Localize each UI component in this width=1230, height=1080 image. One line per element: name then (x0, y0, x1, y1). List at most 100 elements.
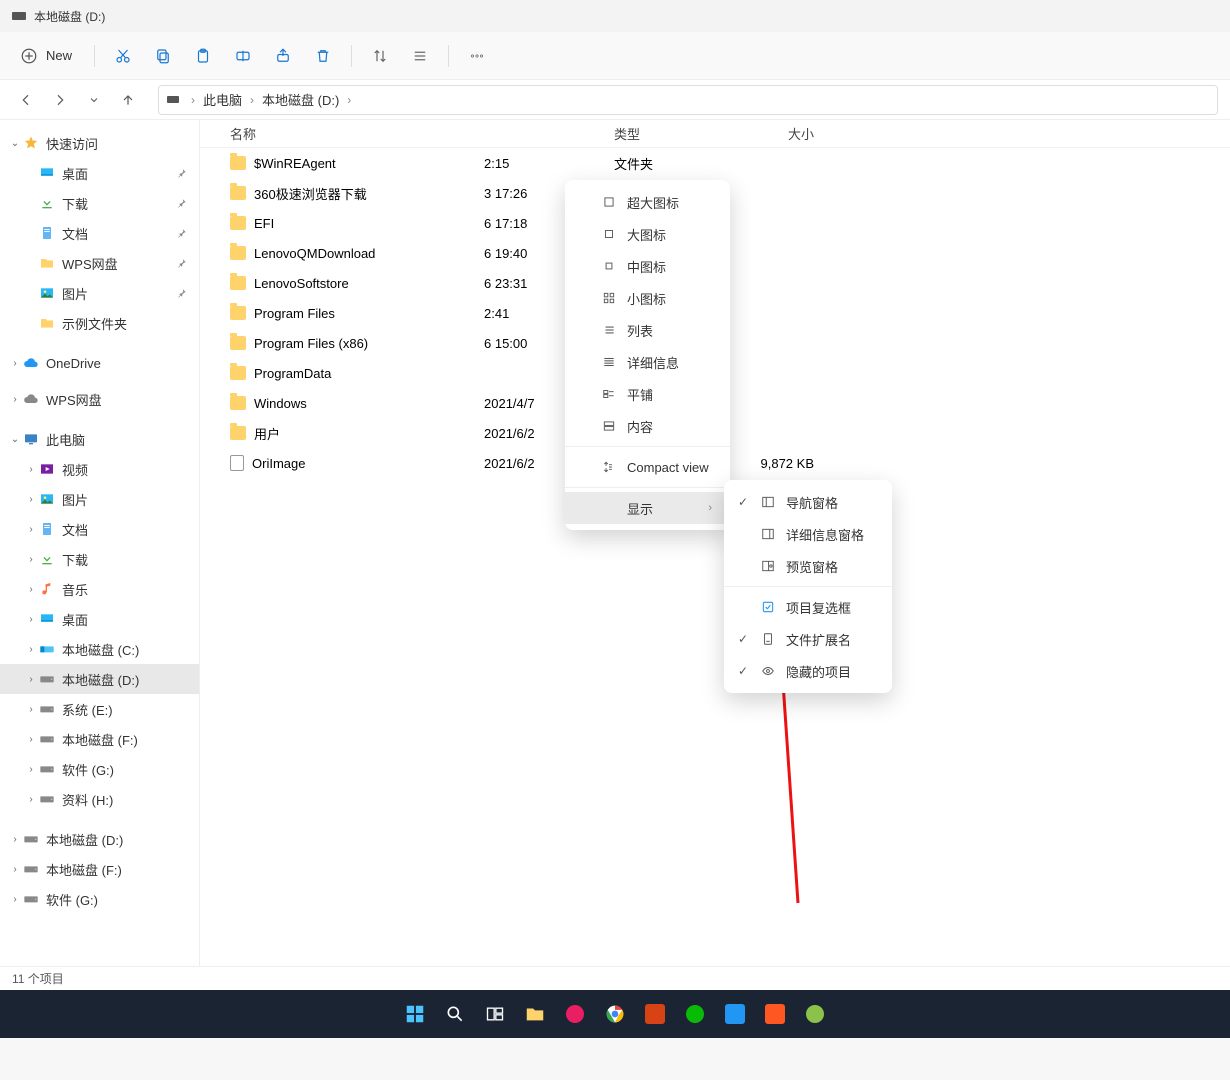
sidebar-item[interactable]: 下载 (0, 188, 199, 218)
sidebar-thispc[interactable]: ⌄ 此电脑 (0, 424, 199, 454)
menu-item-content[interactable]: 内容 (565, 410, 730, 442)
toolbar-separator (94, 45, 95, 67)
sidebar-item[interactable]: 示例文件夹 (0, 308, 199, 338)
col-name[interactable]: 名称 (224, 124, 484, 143)
sidebar-item[interactable]: ›本地磁盘 (D:) (0, 664, 199, 694)
menu-item-tiles[interactable]: 平铺 (565, 378, 730, 410)
window-title: 本地磁盘 (D:) (34, 8, 105, 25)
chevron-right-icon: › (24, 674, 38, 685)
chevron-right-icon: › (8, 394, 22, 405)
new-button[interactable]: New (14, 38, 84, 74)
col-size[interactable]: 大小 (724, 124, 814, 143)
sidebar-item[interactable]: ›文档 (0, 514, 199, 544)
app-icon[interactable] (718, 997, 752, 1031)
app-icon[interactable] (638, 997, 672, 1031)
monitor-icon (22, 430, 40, 448)
delete-button[interactable] (305, 38, 341, 74)
sidebar-label: 示例文件夹 (62, 314, 127, 333)
menu-item-nav[interactable]: ✓导航窗格 (724, 486, 892, 518)
share-button[interactable] (265, 38, 301, 74)
copy-button[interactable] (145, 38, 181, 74)
crumb-thispc[interactable]: 此电脑 (199, 88, 246, 111)
checkbox-icon (760, 599, 776, 615)
menu-item-lg[interactable]: 大图标 (565, 218, 730, 250)
sidebar-item[interactable]: ›视频 (0, 454, 199, 484)
col-type[interactable]: 类型 (614, 124, 724, 143)
start-button[interactable] (398, 997, 432, 1031)
sidebar-item[interactable]: ›下载 (0, 544, 199, 574)
cut-button[interactable] (105, 38, 141, 74)
view-button[interactable] (402, 38, 438, 74)
back-button[interactable] (12, 86, 40, 114)
folder-icon (230, 246, 246, 260)
file-name: EFI (254, 216, 274, 231)
sidebar-label: 快速访问 (46, 134, 98, 153)
more-button[interactable] (459, 38, 495, 74)
sidebar-item[interactable]: 图片 (0, 278, 199, 308)
sidebar-quick-access[interactable]: ⌄ 快速访问 (0, 128, 199, 158)
list-icon (601, 322, 617, 338)
menu-item-xl[interactable]: 超大图标 (565, 186, 730, 218)
menu-separator (724, 586, 892, 587)
menu-item-hidden[interactable]: ✓隐藏的项目 (724, 655, 892, 687)
menu-item-sm[interactable]: 小图标 (565, 282, 730, 314)
file-row[interactable]: $WinREAgent2:15文件夹 (200, 148, 1230, 178)
search-button[interactable] (438, 997, 472, 1031)
explorer-task-icon[interactable] (518, 997, 552, 1031)
sidebar-item[interactable]: ›本地磁盘 (F:) (0, 724, 199, 754)
menu-item-md[interactable]: 中图标 (565, 250, 730, 282)
breadcrumb[interactable]: › 此电脑 › 本地磁盘 (D:) › (158, 85, 1218, 115)
app-icon[interactable] (758, 997, 792, 1031)
menu-item-show[interactable]: 显示› (565, 492, 730, 524)
sidebar-item[interactable]: WPS网盘 (0, 248, 199, 278)
sidebar-item[interactable]: ›软件 (G:) (0, 754, 199, 784)
column-headers: 名称 类型 大小 (200, 120, 1230, 148)
wechat-icon[interactable] (678, 997, 712, 1031)
sort-button[interactable] (362, 38, 398, 74)
menu-item-preview[interactable]: 预览窗格 (724, 550, 892, 582)
file-name: $WinREAgent (254, 156, 336, 171)
menu-item-list[interactable]: 列表 (565, 314, 730, 346)
menu-item-details[interactable]: 详细信息 (565, 346, 730, 378)
sidebar-item[interactable]: ›资料 (H:) (0, 784, 199, 814)
folder-icon (230, 306, 246, 320)
app-icon[interactable] (798, 997, 832, 1031)
up-button[interactable] (114, 86, 142, 114)
status-bar: 11 个项目 (0, 966, 1230, 990)
sidebar-item[interactable]: ›音乐 (0, 574, 199, 604)
taskview-button[interactable] (478, 997, 512, 1031)
sidebar-item[interactable]: ›软件 (G:) (0, 884, 199, 914)
menu-item-ext[interactable]: ✓文件扩展名 (724, 623, 892, 655)
sidebar-item[interactable]: 文档 (0, 218, 199, 248)
chrome-icon[interactable] (598, 997, 632, 1031)
show-submenu: ✓导航窗格详细信息窗格预览窗格项目复选框✓文件扩展名✓隐藏的项目 (724, 480, 892, 693)
sidebar-item[interactable]: 桌面 (0, 158, 199, 188)
chevron-right-icon: › (24, 644, 38, 655)
folder-icon (230, 186, 246, 200)
sidebar-item[interactable]: ›系统 (E:) (0, 694, 199, 724)
check-icon: ✓ (736, 495, 750, 509)
sidebar-item[interactable]: ›本地磁盘 (D:) (0, 824, 199, 854)
rename-button[interactable] (225, 38, 261, 74)
sidebar-onedrive[interactable]: › OneDrive (0, 348, 199, 378)
chevron-right-icon: › (24, 704, 38, 715)
menu-item-compact[interactable]: Compact view (565, 451, 730, 483)
view-menu: 超大图标大图标中图标小图标列表详细信息平铺内容 Compact view 显示› (565, 180, 730, 530)
file-type: 文件夹 (614, 154, 724, 173)
app-icon[interactable] (558, 997, 592, 1031)
crumb-drive[interactable]: 本地磁盘 (D:) (258, 88, 343, 111)
recent-button[interactable] (80, 86, 108, 114)
menu-item-details-pane[interactable]: 详细信息窗格 (724, 518, 892, 550)
menu-item-checkbox[interactable]: 项目复选框 (724, 591, 892, 623)
file-icon (230, 455, 244, 471)
menu-label: 列表 (627, 321, 653, 340)
file-size: 9,872 KB (724, 456, 814, 471)
sidebar-label: 文档 (62, 224, 88, 243)
sidebar-item[interactable]: ›桌面 (0, 604, 199, 634)
forward-button[interactable] (46, 86, 74, 114)
paste-button[interactable] (185, 38, 221, 74)
sidebar-item[interactable]: ›图片 (0, 484, 199, 514)
sidebar-wps[interactable]: › WPS网盘 (0, 384, 199, 414)
sidebar-item[interactable]: ›本地磁盘 (C:) (0, 634, 199, 664)
sidebar-item[interactable]: ›本地磁盘 (F:) (0, 854, 199, 884)
